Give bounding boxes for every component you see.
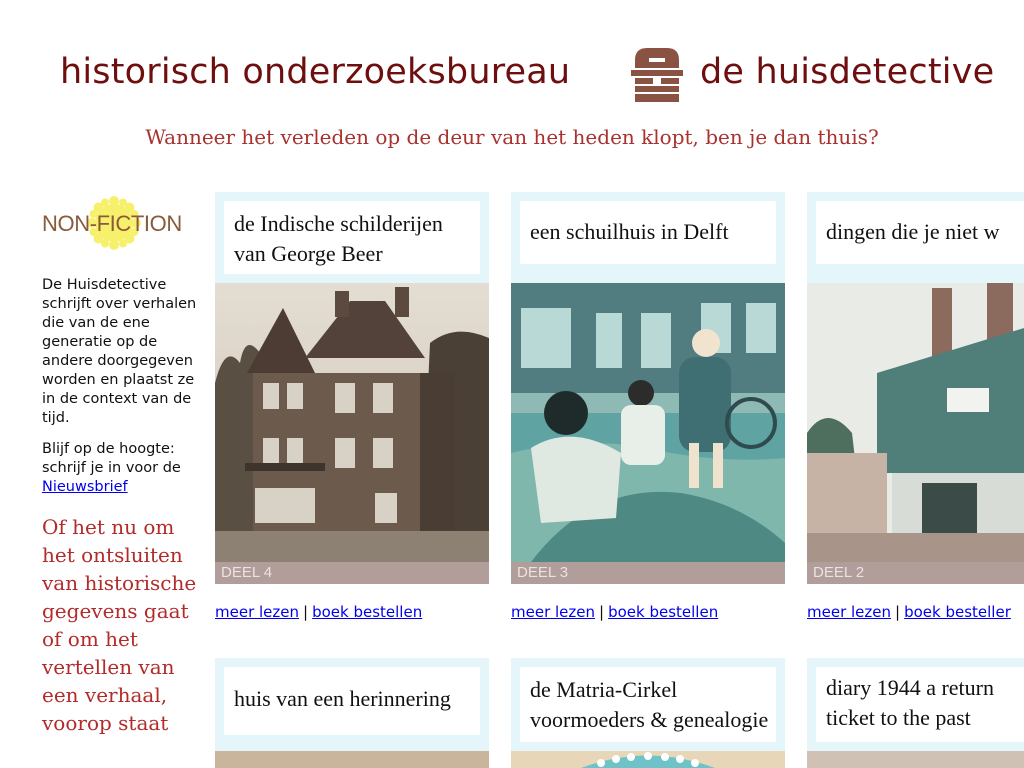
card-title-line2: van George Beer: [234, 241, 383, 266]
card-photo[interactable]: [807, 751, 1024, 768]
card-title[interactable]: de Indische schilderijen van George Beer: [224, 201, 480, 274]
order-book-link[interactable]: boek bestellen: [312, 603, 422, 621]
card-part-label: DEEL 3: [511, 562, 785, 584]
card-title-line1: de Indische schilderijen: [234, 211, 443, 236]
card-photo-children-sand[interactable]: [511, 283, 785, 562]
read-more-link[interactable]: meer lezen: [215, 603, 299, 621]
link-separator: |: [303, 603, 309, 621]
card-links: meer lezen | boek bestellen: [511, 603, 718, 621]
newsletter-text: Blijf op de hoogte: schrijf je in voor d…: [42, 441, 181, 476]
house-logo-icon[interactable]: [629, 46, 685, 104]
tagline: Wanneer het verleden op de deur van het …: [145, 125, 879, 149]
non-fiction-label: NON-FICTION: [42, 211, 182, 236]
read-more-link[interactable]: meer lezen: [807, 603, 891, 621]
card-photo-villa[interactable]: [215, 283, 489, 562]
card-title-line1: huis van een herinnering: [234, 686, 451, 711]
card-title[interactable]: diary 1944 a return ticket to the past: [816, 667, 1024, 742]
card-diary-1944: diary 1944 a return ticket to the past: [807, 658, 1024, 768]
newsletter-prompt: Blijf op de hoogte: schrijf je in voor d…: [42, 440, 197, 497]
card-huis-van-een-herinnering: huis van een herinnering: [215, 658, 489, 768]
card-title-line1: dingen die je niet w: [826, 219, 1000, 244]
card-indische-schilderijen: de Indische schilderijen van George Beer: [215, 192, 489, 632]
card-matria-cirkel: de Matria-Cirkel voormoeders & genealogi…: [511, 658, 785, 768]
link-separator: |: [599, 603, 605, 621]
read-more-link[interactable]: meer lezen: [511, 603, 595, 621]
site-header: historisch onderzoeksbureau de huisdetec…: [0, 0, 1024, 175]
card-title[interactable]: dingen die je niet w: [816, 201, 1024, 264]
order-book-link[interactable]: boek bestellen: [608, 603, 718, 621]
card-links: meer lezen | boek besteller: [807, 603, 1011, 621]
newsletter-link[interactable]: Nieuwsbrief: [42, 479, 128, 495]
card-photo-house-faded[interactable]: [807, 283, 1024, 562]
quote-text: Of het nu om het ontsluiten van historis…: [42, 515, 197, 735]
card-title[interactable]: een schuilhuis in Delft: [520, 201, 776, 264]
order-book-link[interactable]: boek besteller: [904, 603, 1011, 621]
card-photo[interactable]: [215, 751, 489, 768]
card-title-line1: een schuilhuis in Delft: [530, 219, 729, 244]
card-photo-circles[interactable]: [511, 751, 785, 768]
card-links: meer lezen | boek bestellen: [215, 603, 422, 621]
non-fiction-badge: NON-FICTION: [42, 196, 202, 256]
intro-text: De Huisdetective schrijft over verhalen …: [42, 277, 197, 426]
brand-name-left[interactable]: historisch onderzoeksbureau: [60, 52, 570, 92]
card-title[interactable]: de Matria-Cirkel voormoeders & genealogi…: [520, 667, 776, 742]
card-part-label: DEEL 2: [807, 562, 1024, 584]
card-title-line1: diary 1944 a return: [826, 675, 994, 700]
card-schuilhuis-delft: een schuilhuis in Delft DEEL 3 meer leze…: [511, 192, 785, 632]
card-title-line2: voormoeders & genealogie: [530, 707, 769, 732]
card-title[interactable]: huis van een herinnering: [224, 667, 480, 735]
card-title-line2: ticket to the past: [826, 705, 971, 730]
link-separator: |: [895, 603, 901, 621]
card-title-line1: de Matria-Cirkel: [530, 677, 678, 702]
sidebar: NON-FICTION De Huisdetective schrijft ov…: [42, 196, 202, 737]
card-dingen-die-je-niet: dingen die je niet w DEEL 2 meer lezen | b…: [807, 192, 1024, 632]
brand-name-right[interactable]: de huisdetective: [700, 52, 994, 92]
card-part-label: DEEL 4: [215, 562, 489, 584]
